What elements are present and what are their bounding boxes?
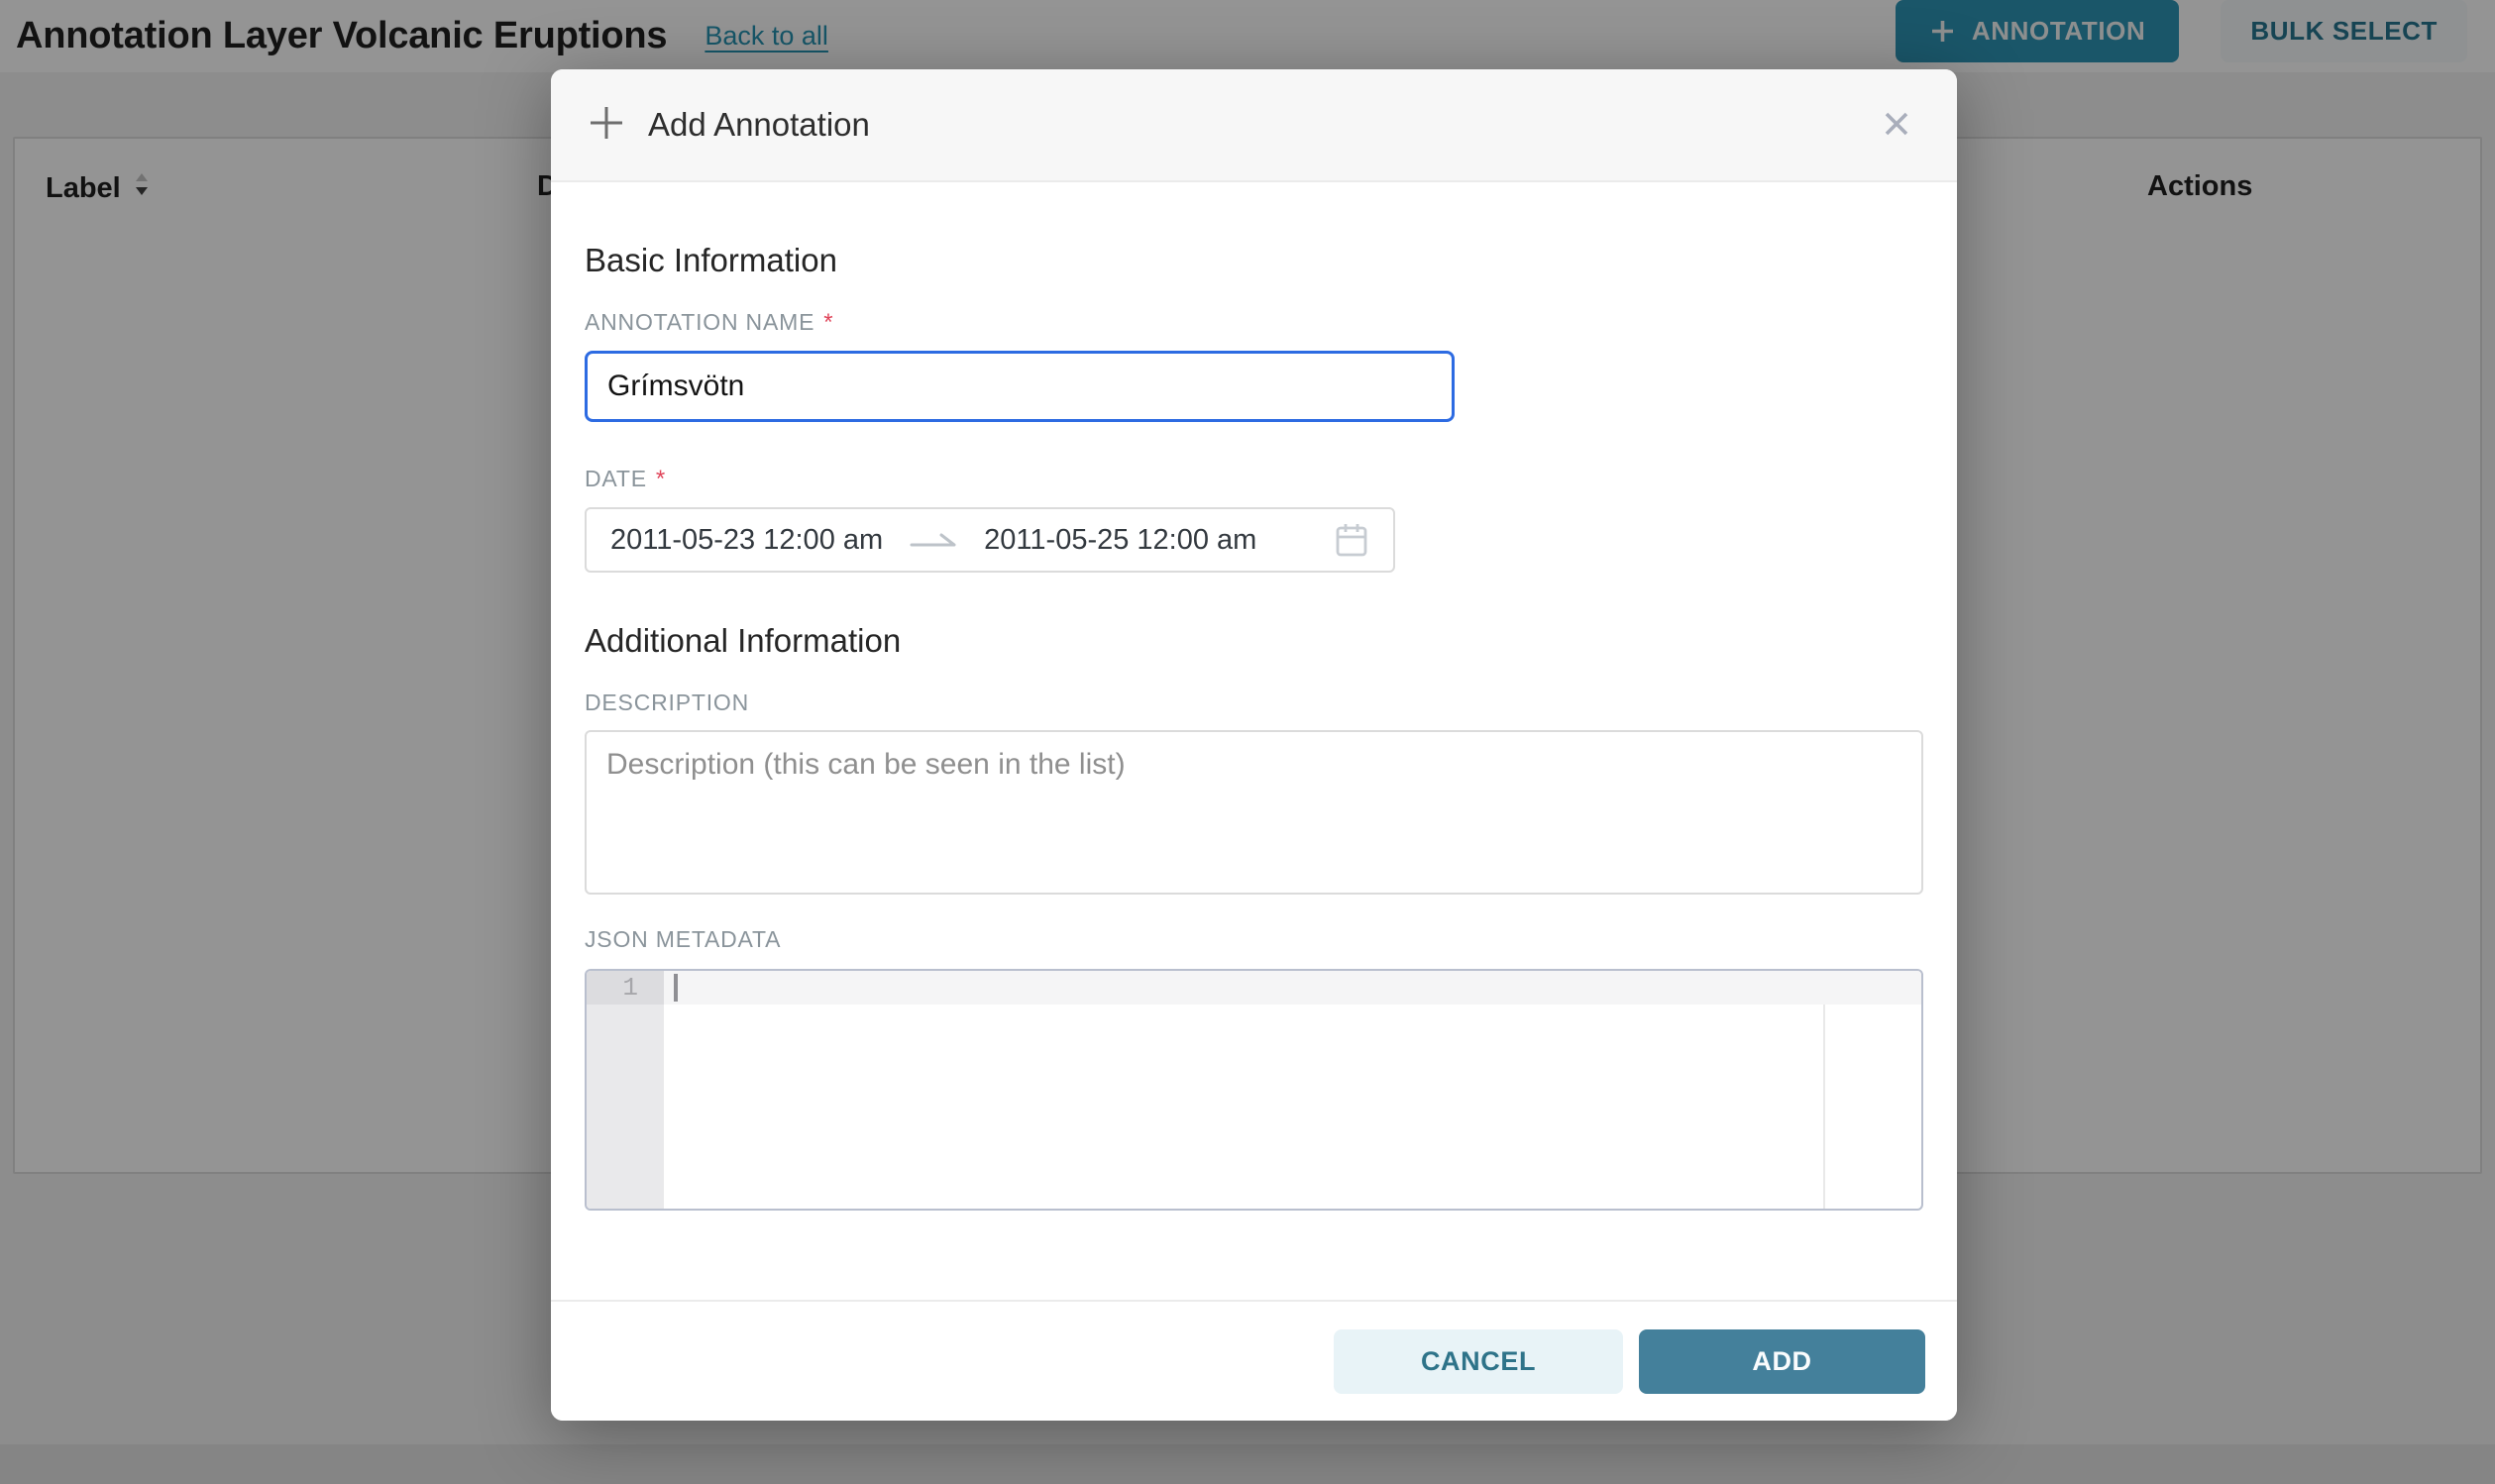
- modal-body: Basic Information ANNOTATION NAME * DATE…: [551, 242, 1957, 1211]
- editor-text-cursor: [674, 974, 678, 1002]
- annotation-name-label: ANNOTATION NAME *: [585, 309, 1923, 337]
- cancel-button[interactable]: CANCEL: [1334, 1329, 1623, 1394]
- close-button[interactable]: [1872, 99, 1921, 152]
- app-window: Annotation Layer Volcanic Eruptions Back…: [0, 0, 2495, 1484]
- json-metadata-label: JSON METADATA: [585, 926, 1923, 953]
- modal-header: Add Annotation: [551, 69, 1957, 182]
- date-end-value[interactable]: 2011-05-25 12:00 am: [984, 524, 1256, 557]
- date-range-picker[interactable]: 2011-05-23 12:00 am 2011-05-25 12:00 am: [585, 507, 1395, 573]
- section-heading-basic: Basic Information: [585, 242, 1923, 279]
- calendar-icon: [1334, 521, 1369, 559]
- close-icon: [1878, 105, 1915, 146]
- add-button[interactable]: ADD: [1639, 1329, 1925, 1394]
- cancel-button-label: CANCEL: [1421, 1346, 1536, 1377]
- annotation-name-input[interactable]: [585, 351, 1455, 422]
- section-heading-additional: Additional Information: [585, 622, 1923, 660]
- plus-icon: [587, 103, 626, 148]
- modal-footer: CANCEL ADD: [551, 1300, 1957, 1421]
- json-metadata-editor[interactable]: 1: [585, 969, 1923, 1211]
- editor-active-line: [664, 971, 1921, 1005]
- editor-line-number: 1: [587, 971, 638, 1005]
- description-textarea[interactable]: [585, 730, 1923, 895]
- editor-print-margin: [1823, 971, 1825, 1209]
- required-mark: *: [656, 466, 666, 493]
- add-annotation-modal: Add Annotation Basic Information ANNOTAT…: [551, 69, 1957, 1421]
- date-start-value[interactable]: 2011-05-23 12:00 am: [610, 524, 883, 557]
- date-label: DATE *: [585, 466, 1923, 493]
- range-arrow-icon: [909, 526, 958, 554]
- modal-title: Add Annotation: [648, 106, 870, 144]
- required-mark: *: [823, 309, 833, 337]
- add-button-label: ADD: [1752, 1346, 1811, 1377]
- editor-gutter: [587, 971, 664, 1209]
- description-label: DESCRIPTION: [585, 689, 1923, 716]
